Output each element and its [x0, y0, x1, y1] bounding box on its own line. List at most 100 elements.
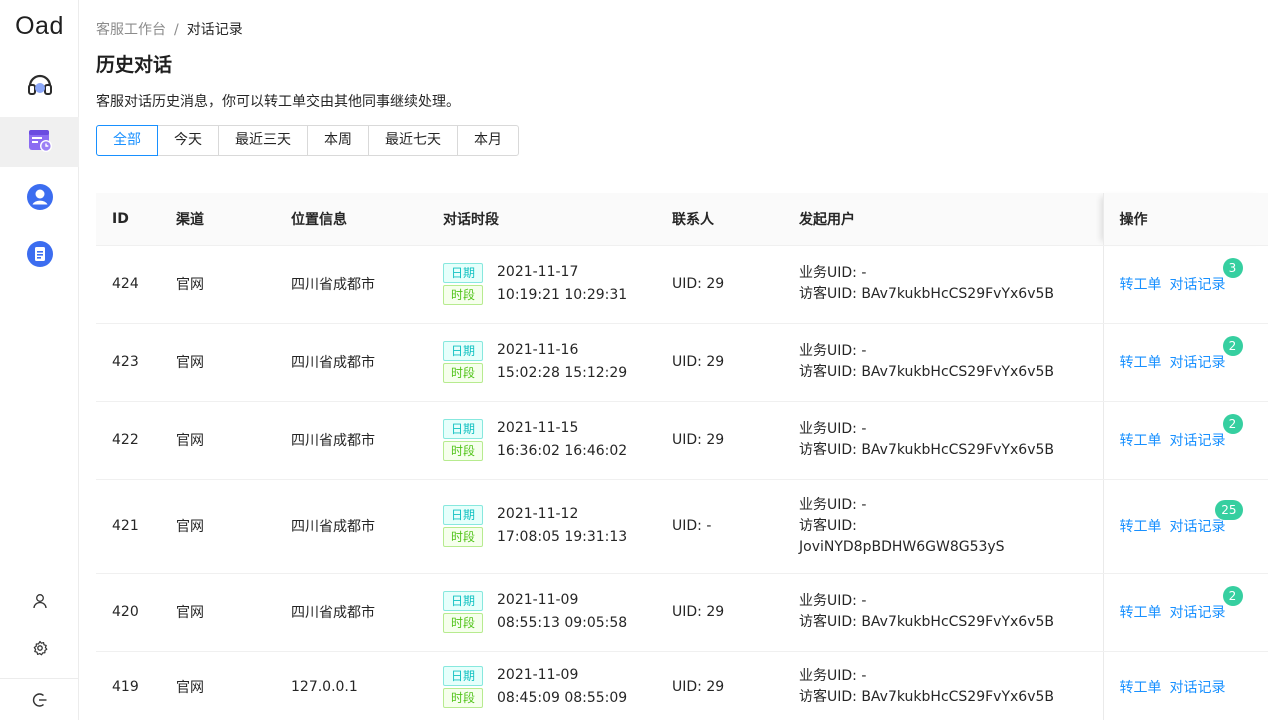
gear-icon	[32, 640, 48, 660]
transfer-ticket-link[interactable]: 转工单	[1120, 277, 1162, 293]
message-count-badge: 3	[1222, 258, 1243, 278]
settings-button[interactable]	[0, 632, 79, 668]
period-date: 2021-11-15	[497, 420, 579, 436]
message-count-badge: 2	[1222, 414, 1243, 434]
cell-location: 四川省成都市	[275, 401, 427, 480]
filter-today[interactable]: 今天	[157, 125, 219, 156]
cell-contact: UID: 29	[656, 323, 783, 402]
date-tag: 日期	[443, 591, 483, 611]
chat-history-link[interactable]: 对话记录 2	[1169, 586, 1243, 622]
period-time: 16:36:02 16:46:02	[497, 443, 628, 459]
message-count-badge: 2	[1222, 336, 1243, 356]
transfer-ticket-link[interactable]: 转工单	[1120, 519, 1162, 535]
cell-period: 日期 时段 2021-11-16 15:02:28 15:12:29	[427, 323, 656, 402]
table-row: 421 官网 四川省成都市 日期 时段 2021-11-12 17:08:05 19:…	[96, 479, 1268, 574]
table-row: 420 官网 四川省成都市 日期 时段 2021-11-09 08:55:13 09:…	[96, 573, 1268, 652]
message-count-badge: 25	[1215, 500, 1243, 520]
chat-history-link[interactable]: 对话记录 2	[1169, 336, 1243, 372]
transfer-ticket-link[interactable]: 转工单	[1120, 680, 1162, 696]
date-tag: 日期	[443, 341, 483, 361]
biz-uid: 业务UID: -	[799, 593, 867, 609]
time-tag: 时段	[443, 441, 483, 461]
filter-last-3-days[interactable]: 最近三天	[218, 125, 308, 156]
visitor-uid-value: JoviNYD8pBDHW6GW8G53yS	[799, 538, 1005, 555]
filter-this-month[interactable]: 本月	[457, 125, 519, 156]
time-tag: 时段	[443, 363, 483, 383]
filter-all[interactable]: 全部	[96, 125, 158, 156]
breadcrumb-parent[interactable]: 客服工作台	[96, 22, 166, 38]
column-header-location[interactable]: 位置信息	[275, 193, 427, 246]
chat-history-label: 对话记录	[1169, 355, 1226, 371]
filter-this-week[interactable]: 本周	[307, 125, 369, 156]
cell-id: 423	[96, 323, 160, 402]
cell-operations: 转工单 对话记录 3	[1102, 245, 1268, 324]
cell-user: 业务UID: - 访客UID: BAv7kukbHcCS29FvYx6v5B	[783, 323, 1103, 402]
chat-history-link[interactable]: 对话记录 3	[1170, 258, 1243, 294]
nav-history[interactable]	[0, 117, 79, 167]
profile-button[interactable]	[0, 585, 79, 621]
transfer-ticket-link[interactable]: 转工单	[1120, 605, 1162, 621]
period-date: 2021-11-12	[497, 506, 579, 522]
cell-period: 日期 时段 2021-11-17 10:19:21 10:29:31	[427, 245, 656, 324]
document-icon	[26, 240, 54, 272]
column-header-user[interactable]: 发起用户	[783, 193, 1103, 246]
cell-user: 业务UID: - 访客UID: BAv7kukbHcCS29FvYx6v5B	[783, 651, 1103, 720]
cell-channel: 官网	[160, 401, 275, 480]
table-row: 419 官网 127.0.0.1 日期 时段 2021-11-09 08:45:09 …	[96, 651, 1268, 720]
cell-period: 日期 时段 2021-11-09 08:55:13 09:05:58	[427, 573, 656, 652]
cell-id: 424	[96, 245, 160, 324]
cell-operations: 转工单 对话记录 2	[1102, 401, 1268, 480]
date-tag: 日期	[443, 419, 483, 439]
column-header-channel[interactable]: 渠道	[160, 193, 275, 246]
biz-uid: 业务UID: -	[799, 421, 867, 437]
date-tag: 日期	[443, 666, 483, 686]
history-table: ID 渠道 位置信息 对话时段 联系人 发起用户 操作 424 官网 四川省成都…	[96, 193, 1268, 720]
cell-user: 业务UID: - 访客UID: BAv7kukbHcCS29FvYx6v5B	[783, 573, 1103, 652]
filter-last-7-days[interactable]: 最近七天	[368, 125, 458, 156]
cell-id: 420	[96, 573, 160, 652]
table-row: 423 官网 四川省成都市 日期 时段 2021-11-16 15:02:28 15:…	[96, 323, 1268, 402]
breadcrumb: 客服工作台 / 对话记录	[96, 19, 243, 39]
column-header-id[interactable]: ID	[96, 193, 160, 246]
cell-id: 419	[96, 651, 160, 720]
nav-customer-service[interactable]	[0, 61, 79, 111]
transfer-ticket-link[interactable]: 转工单	[1120, 433, 1162, 449]
chat-history-link[interactable]: 对话记录	[1170, 680, 1226, 696]
cell-id: 422	[96, 401, 160, 480]
visitor-uid: 访客UID: BAv7kukbHcCS29FvYx6v5B	[799, 614, 1055, 630]
date-tag: 日期	[443, 505, 483, 525]
column-header-period[interactable]: 对话时段	[427, 193, 656, 246]
period-date: 2021-11-17	[497, 264, 579, 280]
table-row: 422 官网 四川省成都市 日期 时段 2021-11-15 16:36:02 16:…	[96, 401, 1268, 480]
cell-location: 四川省成都市	[275, 323, 427, 402]
logout-button[interactable]	[0, 684, 79, 720]
period-date: 2021-11-09	[497, 592, 579, 608]
date-filter-group: 全部 今天 最近三天 本周 最近七天 本月	[96, 125, 519, 156]
chat-history-label: 对话记录	[1169, 605, 1226, 621]
cell-period: 日期 时段 2021-11-15 16:36:02 16:46:02	[427, 401, 656, 480]
cell-contact: UID: -	[656, 479, 783, 574]
cell-channel: 官网	[160, 323, 275, 402]
table-row: 424 官网 四川省成都市 日期 时段 2021-11-17 10:19:21 10:…	[96, 245, 1268, 324]
biz-uid: 业务UID: -	[799, 496, 867, 513]
nav-users[interactable]	[0, 174, 79, 224]
cell-user: 业务UID: - 访客UID: BAv7kukbHcCS29FvYx6v5B	[783, 401, 1103, 480]
calendar-clock-icon	[26, 126, 54, 158]
nav-tickets[interactable]	[0, 231, 79, 281]
sidebar-divider	[0, 678, 79, 679]
page-title: 历史对话	[96, 54, 173, 76]
cell-operations: 转工单 对话记录 2	[1102, 323, 1268, 402]
column-header-contact[interactable]: 联系人	[656, 193, 783, 246]
transfer-ticket-link[interactable]: 转工单	[1120, 355, 1162, 371]
cell-contact: UID: 29	[656, 401, 783, 480]
chat-history-label: 对话记录	[1169, 433, 1226, 449]
sidebar: Oad	[0, 0, 79, 720]
period-time: 17:08:05 19:31:13	[497, 529, 628, 545]
cell-user: 业务UID: - 访客UID: BAv7kukbHcCS29FvYx6v5B	[783, 245, 1103, 324]
cell-contact: UID: 29	[656, 573, 783, 652]
cell-contact: UID: 29	[656, 245, 783, 324]
chat-history-link[interactable]: 对话记录 25	[1170, 500, 1243, 536]
cell-period: 日期 时段 2021-11-09 08:45:09 08:55:09	[427, 651, 656, 720]
chat-history-link[interactable]: 对话记录 2	[1169, 414, 1243, 450]
breadcrumb-separator: /	[174, 22, 179, 38]
